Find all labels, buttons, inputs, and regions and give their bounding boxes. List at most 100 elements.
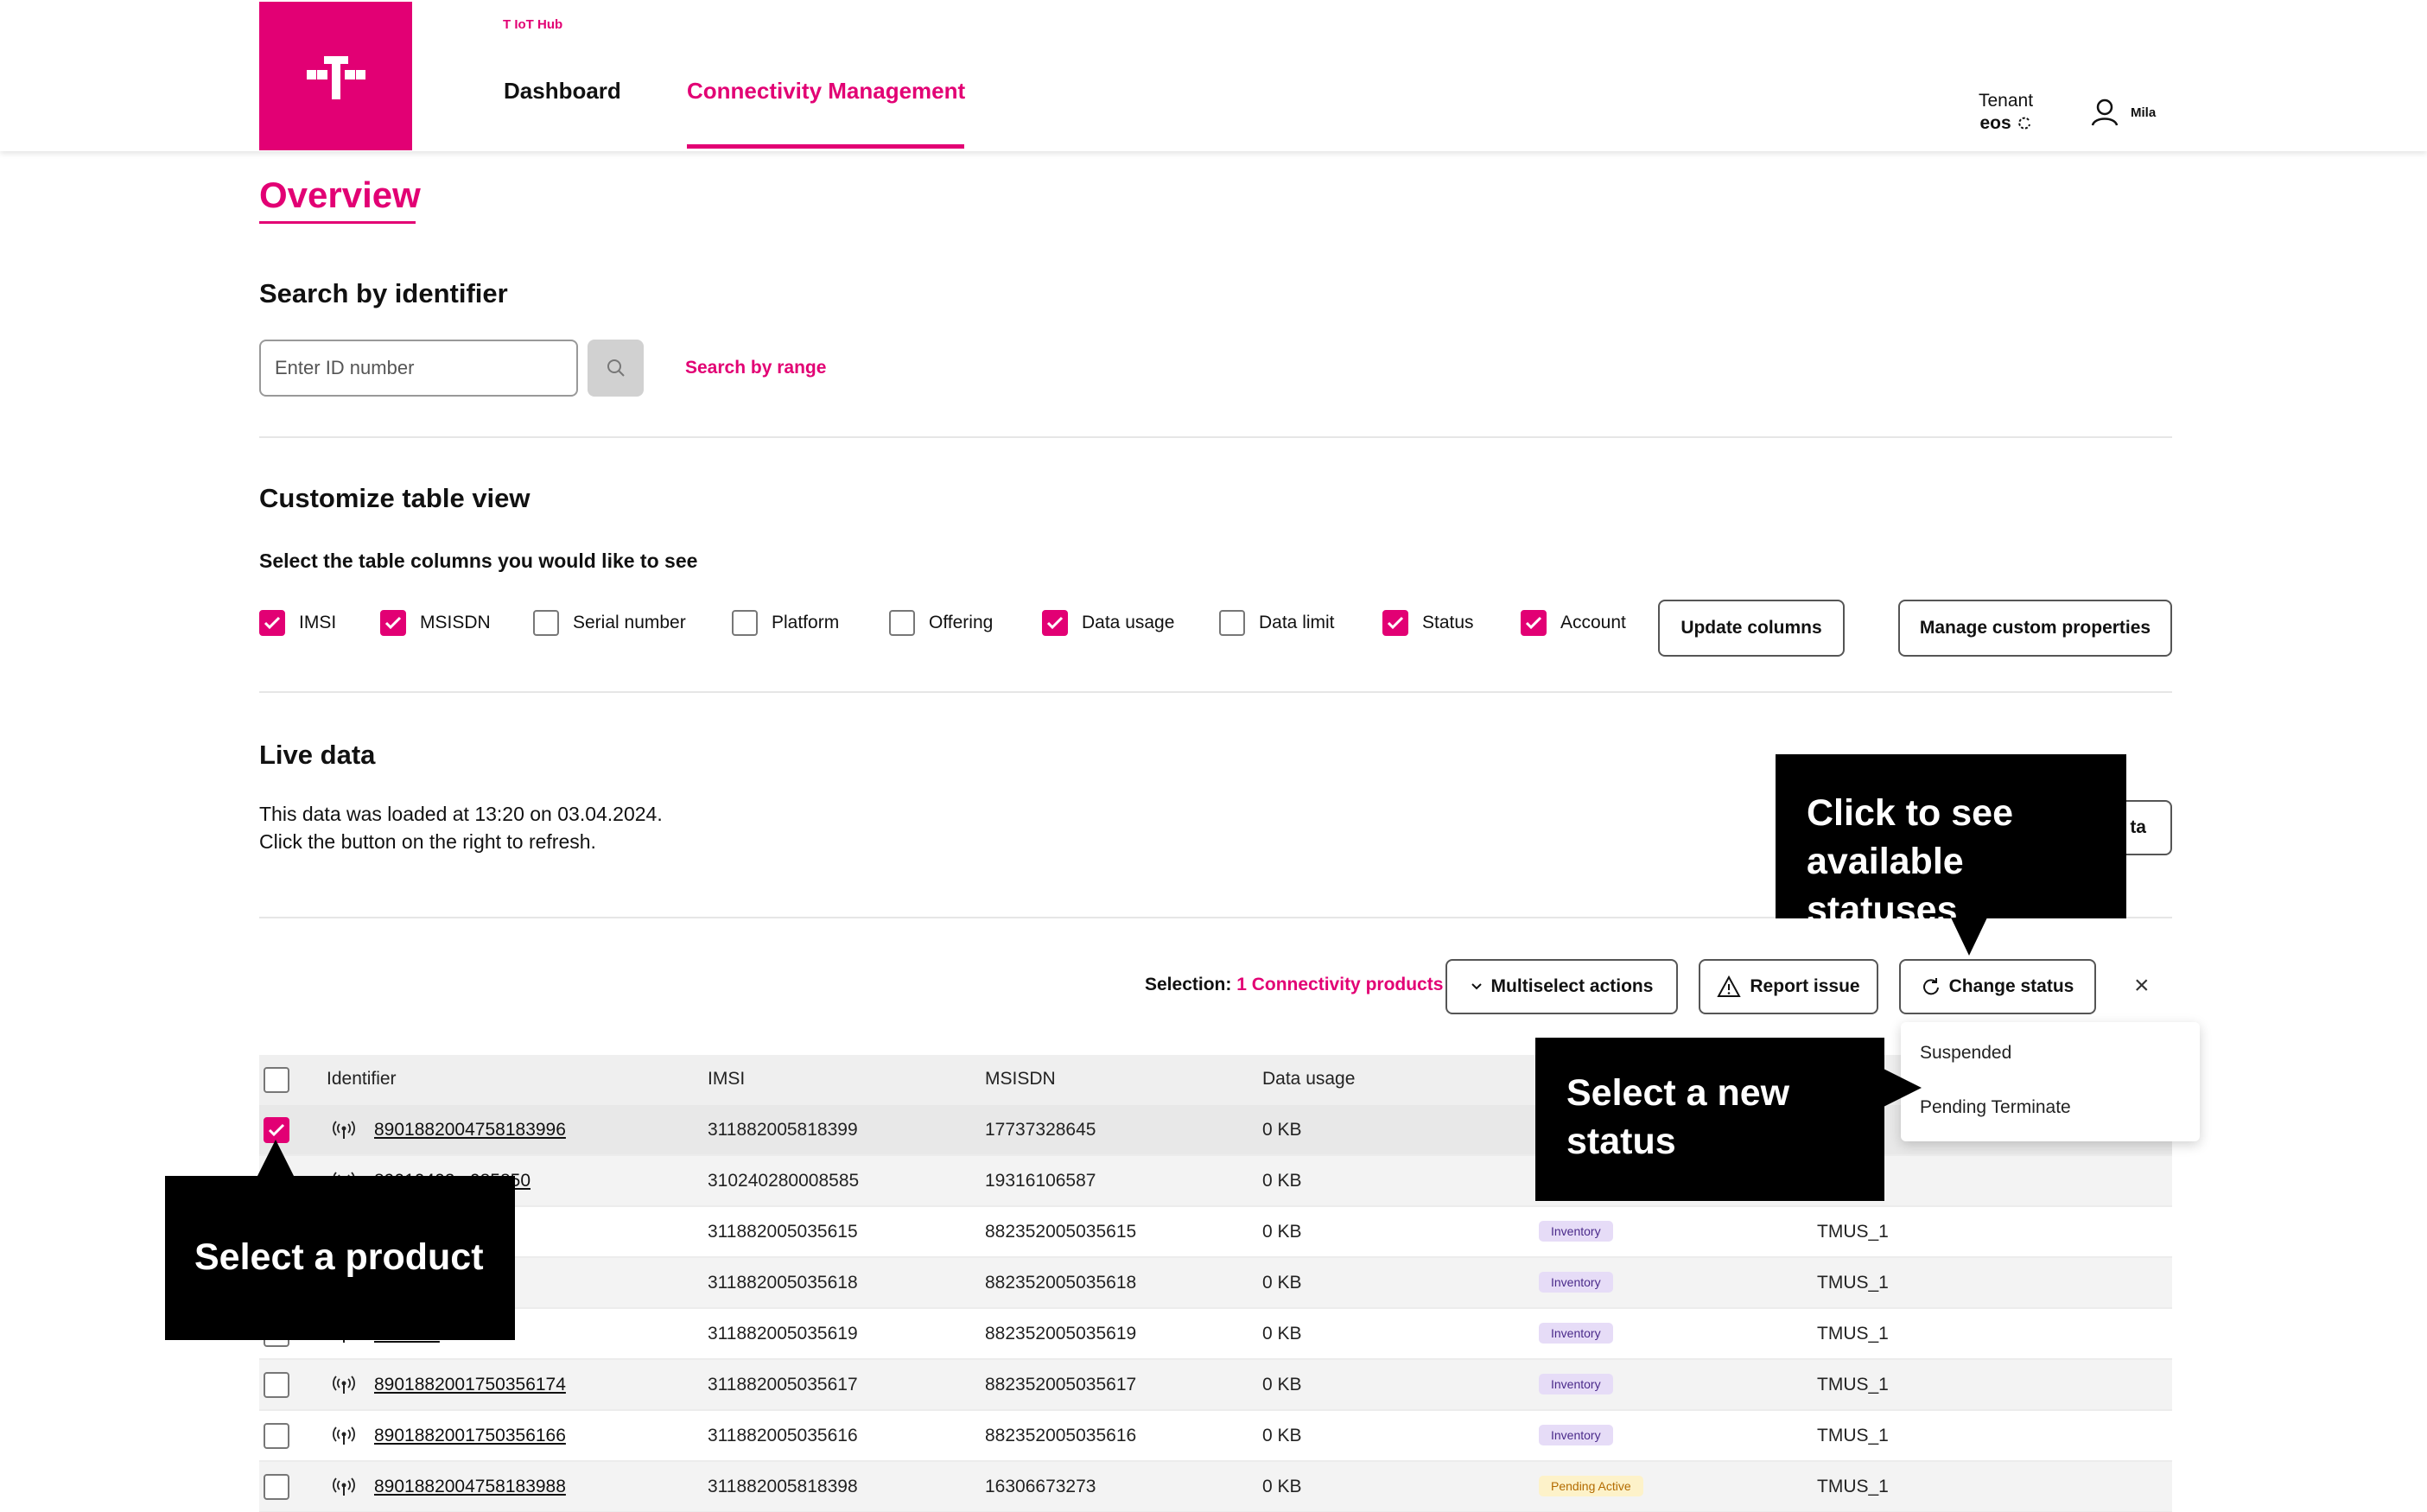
checkmark-icon: [384, 616, 402, 630]
checkbox-unchecked[interactable]: [1219, 610, 1245, 636]
tenant-switcher[interactable]: Tenant eos: [1979, 90, 2033, 135]
column-option-data-limit[interactable]: Data limit: [1219, 610, 1335, 636]
nav-connectivity-management[interactable]: Connectivity Management: [687, 78, 965, 105]
account-cell: TMUS_1: [1817, 1477, 1889, 1496]
nav-dashboard[interactable]: Dashboard: [504, 78, 621, 105]
connectivity-antenna-icon: [333, 1477, 355, 1501]
column-option-label: Status: [1422, 613, 1474, 632]
row-checkbox[interactable]: [264, 1474, 289, 1500]
table-row[interactable]: [259, 1156, 2172, 1207]
column-option-label: Data usage: [1082, 613, 1175, 632]
callout-new-status: Select a new status: [1535, 1038, 1884, 1201]
column-option-serial-number[interactable]: Serial number: [533, 610, 686, 636]
connectivity-antenna-icon: [333, 1375, 355, 1399]
row-checkbox[interactable]: [264, 1372, 289, 1398]
row-checkbox[interactable]: [264, 1423, 289, 1449]
status-option-suspended[interactable]: Suspended: [1920, 1043, 2011, 1064]
checkbox-checked[interactable]: [1042, 610, 1068, 636]
column-option-imsi[interactable]: IMSI: [259, 610, 336, 636]
checkbox-checked[interactable]: [1382, 610, 1408, 636]
account-cell: TMUS_1: [1817, 1324, 1889, 1344]
data-usage-cell: 0 KB: [1262, 1222, 1302, 1242]
callout-pointer-down: [1951, 918, 1987, 956]
status-dropdown-menu: Suspended Pending Terminate: [1901, 1022, 2200, 1141]
selection-label: Selection:: [1145, 975, 1232, 994]
close-selection-icon[interactable]: ×: [2134, 971, 2150, 1001]
search-icon: [607, 359, 625, 377]
checkmark-icon: [1387, 616, 1404, 630]
msisdn-cell: 882352005035619: [985, 1324, 1137, 1344]
refresh-data-button-label: ta: [2130, 817, 2146, 837]
status-badge: Inventory: [1539, 1221, 1613, 1242]
change-status-button[interactable]: Change status: [1899, 959, 2096, 1014]
column-option-platform[interactable]: Platform: [732, 610, 839, 636]
select-all-checkbox[interactable]: [264, 1067, 289, 1093]
data-usage-cell: 0 KB: [1262, 1324, 1302, 1344]
report-issue-label: Report issue: [1750, 976, 1860, 996]
checkmark-icon: [1525, 616, 1542, 630]
id-search-input[interactable]: [259, 340, 578, 397]
identifier-link[interactable]: 8901882004758183988: [374, 1477, 566, 1497]
selection-count-link[interactable]: 1 Connectivity products: [1236, 975, 1443, 994]
tenant-label: Tenant: [1979, 91, 2034, 111]
status-badge: Pending Active: [1539, 1476, 1643, 1496]
msisdn-cell: 17737328645: [985, 1120, 1096, 1140]
callout-new-status-line2: status: [1566, 1121, 1676, 1162]
user-name: Mila: [2131, 105, 2157, 120]
imsi-cell: 311882005035619: [708, 1324, 858, 1344]
page-title-underline: [259, 221, 416, 224]
live-data-heading: Live data: [259, 740, 376, 770]
msisdn-cell: 882352005035617: [985, 1375, 1137, 1394]
callout-status-hint-line1: Click to see: [1807, 792, 2013, 834]
status-badge: Inventory: [1539, 1374, 1613, 1394]
column-header-data-usage[interactable]: Data usage: [1262, 1069, 1355, 1090]
column-option-data-usage[interactable]: Data usage: [1042, 610, 1174, 636]
callout-pointer-up: [257, 1140, 295, 1178]
msisdn-cell: 882352005035616: [985, 1426, 1137, 1445]
checkbox-checked[interactable]: [1521, 610, 1547, 636]
column-option-account[interactable]: Account: [1521, 610, 1626, 636]
search-by-range-link[interactable]: Search by range: [685, 358, 826, 378]
column-option-status[interactable]: Status: [1382, 610, 1474, 636]
msisdn-cell: 19316106587: [985, 1171, 1096, 1191]
status-badge: Inventory: [1539, 1425, 1613, 1445]
manage-custom-properties-button[interactable]: Manage custom properties: [1898, 600, 2172, 657]
column-option-offering[interactable]: Offering: [889, 610, 993, 636]
column-option-label: MSISDN: [420, 613, 491, 632]
data-usage-cell: 0 KB: [1262, 1426, 1302, 1445]
identifier-link[interactable]: 8901882001750356166: [374, 1426, 566, 1446]
column-option-label: Platform: [772, 613, 840, 632]
imsi-cell: 311882005035617: [708, 1375, 858, 1394]
checkbox-unchecked[interactable]: [533, 610, 559, 636]
status-option-pending-terminate[interactable]: Pending Terminate: [1920, 1097, 2071, 1118]
status-badge: Inventory: [1539, 1323, 1613, 1344]
multiselect-actions-button[interactable]: Multiselect actions: [1445, 959, 1678, 1014]
update-columns-button[interactable]: Update columns: [1658, 600, 1845, 657]
column-header-identifier[interactable]: Identifier: [327, 1069, 397, 1090]
checkbox-unchecked[interactable]: [732, 610, 758, 636]
column-option-msisdn[interactable]: MSISDN: [380, 610, 491, 636]
checkmark-icon: [264, 616, 281, 630]
column-header-imsi[interactable]: IMSI: [708, 1069, 745, 1090]
report-issue-button[interactable]: Report issue: [1699, 959, 1878, 1014]
column-option-label: IMSI: [299, 613, 337, 632]
callout-select-product: Select a product: [165, 1176, 515, 1340]
checkbox-unchecked[interactable]: [889, 610, 915, 636]
data-usage-cell: 0 KB: [1262, 1375, 1302, 1394]
search-button[interactable]: [588, 340, 644, 397]
callout-new-status-line1: Select a new: [1566, 1072, 1790, 1114]
customize-heading: Customize table view: [259, 483, 531, 513]
multiselect-actions-label: Multiselect actions: [1490, 976, 1654, 996]
identifier-link[interactable]: 8901882004758183996: [374, 1120, 566, 1140]
page-title: Overview: [259, 175, 421, 215]
app-brand: T IoT Hub: [503, 17, 563, 32]
imsi-cell: 311882005035615: [708, 1222, 858, 1242]
live-data-info: This data was loaded at 13:20 on 03.04.2…: [259, 800, 663, 855]
checkbox-checked[interactable]: [259, 610, 285, 636]
checkbox-checked[interactable]: [380, 610, 406, 636]
identifier-link[interactable]: 8901882001750356174: [374, 1375, 566, 1395]
t-logo[interactable]: [259, 2, 412, 150]
user-menu[interactable]: Mila: [2091, 98, 2156, 127]
account-cell: TMUS_1: [1817, 1273, 1889, 1293]
column-header-msisdn[interactable]: MSISDN: [985, 1069, 1056, 1090]
